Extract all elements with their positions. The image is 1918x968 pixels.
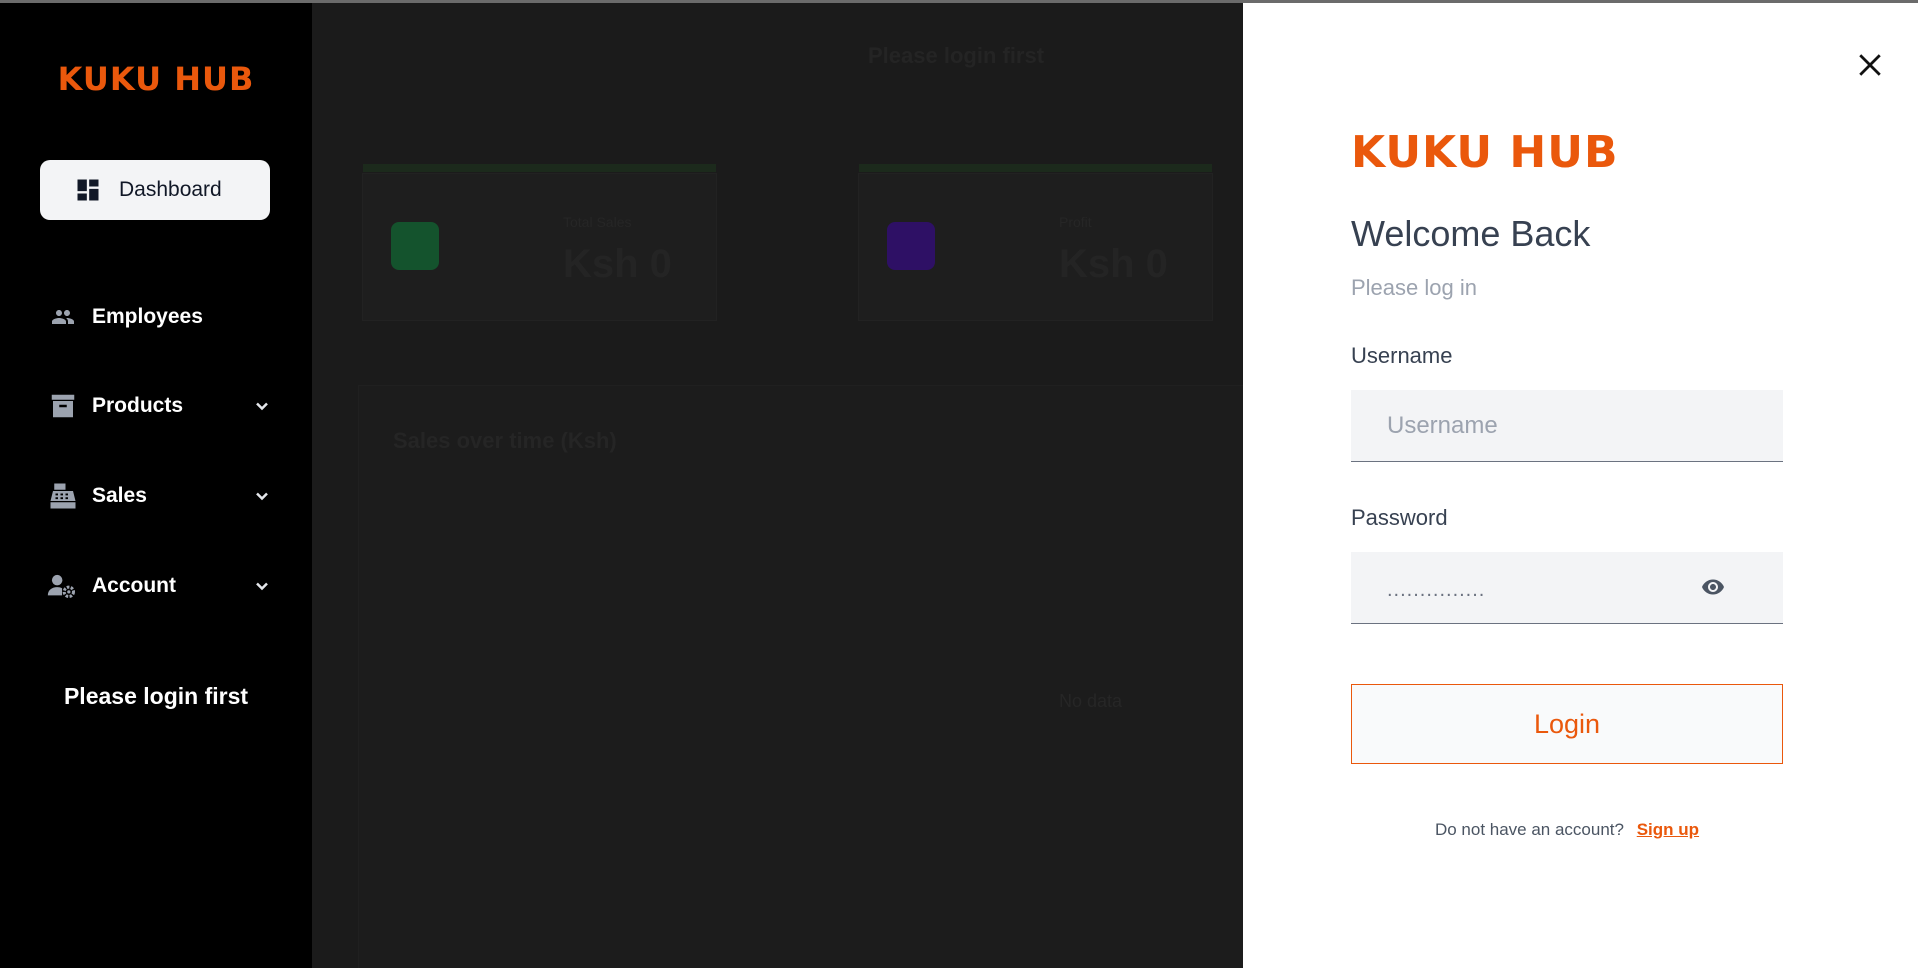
stat-card: Total Sales Ksh 0	[362, 164, 717, 321]
toggle-password-visibility-button[interactable]	[1693, 571, 1733, 607]
sidebar-item-label: Products	[92, 394, 184, 417]
user-gear-icon	[46, 572, 80, 600]
stat-card: Profit Ksh 0	[858, 164, 1213, 321]
card-value: Ksh 0	[563, 242, 672, 286]
login-title: Welcome Back	[1351, 213, 1591, 254]
card-accent-bar	[363, 164, 716, 172]
page-title: Please login first	[868, 43, 1045, 68]
card-accent-bar	[859, 164, 1212, 172]
sidebar-item-account[interactable]: Account	[46, 564, 272, 608]
dashboard-overlay[interactable]: Please login first Total Sales Ksh 0 Pro…	[312, 3, 1258, 968]
sidebar-item-employees[interactable]: Employees	[46, 295, 272, 339]
sidebar-logo: KUKU HUB	[57, 60, 255, 98]
signup-link[interactable]: Sign up	[1637, 820, 1699, 839]
sidebar-item-dashboard[interactable]: Dashboard	[40, 160, 270, 220]
signup-prompt: Do not have an account?	[1434, 820, 1624, 839]
sidebar-item-sales[interactable]: Sales	[46, 474, 272, 518]
login-button[interactable]: Login	[1351, 684, 1783, 764]
cash-register-icon	[46, 481, 80, 511]
signup-row: Do not have an account? Sign up	[1351, 820, 1783, 840]
sidebar-item-products[interactable]: Products	[46, 384, 272, 428]
card-label: Profit	[1059, 214, 1092, 230]
chart-panel-note: No data	[1059, 691, 1123, 711]
card-icon	[887, 222, 935, 270]
close-icon	[1857, 52, 1883, 83]
sidebar-item-label: Employees	[92, 305, 203, 328]
card-icon	[391, 222, 439, 270]
login-drawer: KUKU HUB Welcome Back Please log in User…	[1243, 3, 1918, 968]
password-label: Password	[1351, 505, 1448, 530]
chevron-down-icon[interactable]	[252, 486, 272, 506]
chart-panel-title: Sales over time (Ksh)	[393, 428, 617, 453]
card-label: Total Sales	[563, 214, 632, 230]
login-required-text: Please login first	[63, 683, 249, 709]
password-masked-value: ...............	[1387, 579, 1486, 601]
app-frame: KUKU HUB Dashboard Employees Products Sa…	[0, 0, 1918, 968]
sidebar-item-label: Dashboard	[119, 178, 222, 201]
chart-panel: Sales over time (Ksh) No data	[358, 385, 1258, 968]
sidebar-item-label: Account	[92, 574, 176, 597]
login-logo: KUKU HUB	[1351, 127, 1619, 178]
username-label: Username	[1351, 343, 1453, 368]
dashboard-icon	[74, 176, 102, 204]
card-value: Ksh 0	[1059, 242, 1168, 286]
sidebar: KUKU HUB Dashboard Employees Products Sa…	[0, 3, 312, 968]
eye-icon	[1696, 575, 1730, 604]
chevron-down-icon[interactable]	[252, 576, 272, 596]
close-button[interactable]	[1850, 47, 1890, 87]
sidebar-item-label: Sales	[92, 484, 147, 507]
people-icon	[46, 305, 80, 329]
username-input[interactable]	[1351, 390, 1783, 462]
login-subtitle: Please log in	[1351, 275, 1477, 300]
archive-box-icon	[46, 391, 80, 421]
chevron-down-icon[interactable]	[252, 396, 272, 416]
